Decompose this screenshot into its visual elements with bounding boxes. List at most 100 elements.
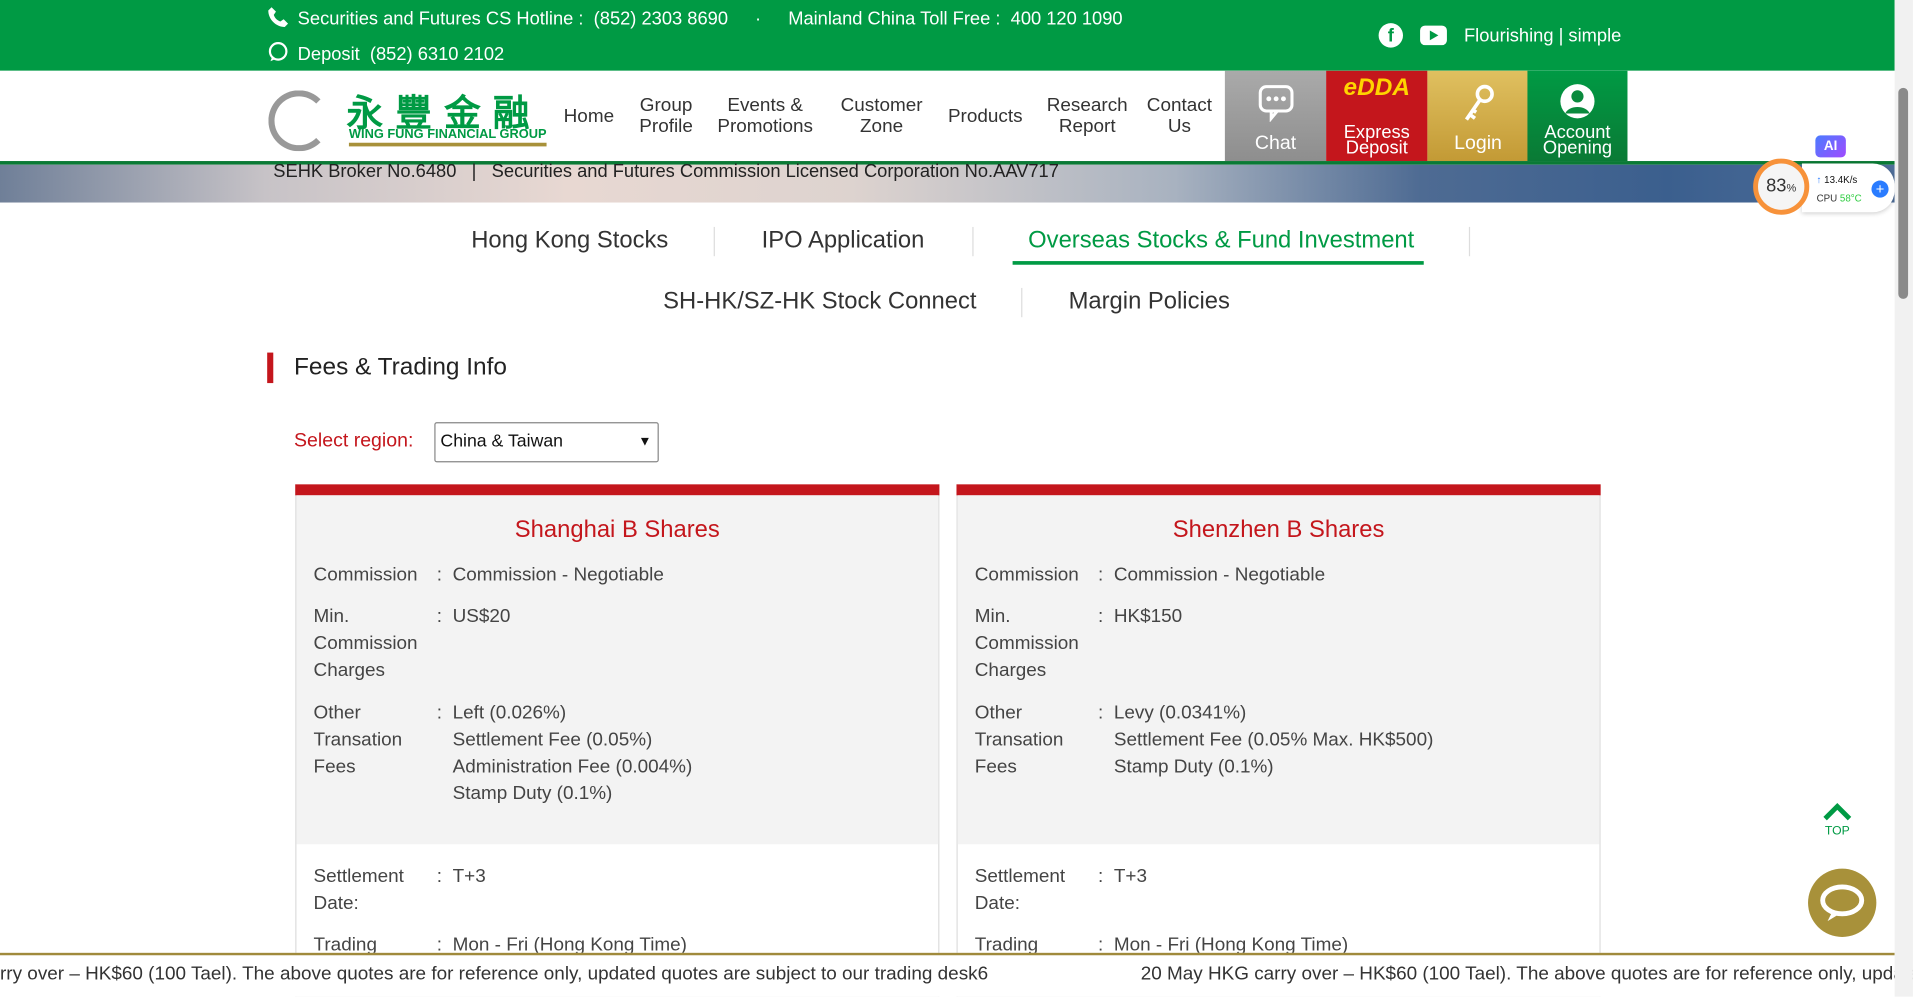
region-value: China & Taiwan — [440, 431, 564, 452]
main-nav: 永豐金融 WING FUNG FINANCIAL GROUP Home Grou… — [0, 70, 1895, 162]
fee-label: Commission — [313, 564, 418, 586]
active-tab-underline — [1012, 261, 1424, 265]
region-select[interactable]: China & Taiwan ▼ — [434, 422, 659, 463]
hotline-number[interactable]: (852) 2303 8690 — [594, 9, 728, 30]
fee-label: Settlement Date: — [974, 866, 1066, 914]
region-label: Select region: — [294, 430, 414, 452]
colon: : — [436, 564, 443, 586]
tab-ipo-application[interactable]: IPO Application — [762, 227, 925, 255]
tab-divider — [972, 226, 974, 257]
fee-label: Other Transation Fees — [313, 702, 403, 778]
fee-value: US$20 — [452, 606, 511, 628]
fee-label: Min. Commission Charges — [974, 606, 1079, 681]
fee-value: Commission - Negotiable — [1113, 564, 1326, 586]
tab-divider — [1021, 287, 1023, 318]
tollfree-label: Mainland China Toll Free : — [788, 8, 1001, 30]
card-title: Shanghai B Shares — [514, 516, 720, 543]
fee-label: Other Transation Fees — [974, 702, 1064, 778]
system-monitor-widget[interactable]: 83% ↑ 13.4K/s CPU 58°C + — [1753, 158, 1895, 220]
back-to-top-button[interactable]: TOP — [1818, 802, 1857, 839]
colon: : — [1098, 866, 1104, 887]
tab-divider — [713, 226, 715, 257]
network-speed: 13.4K/s — [1824, 174, 1858, 186]
hotline-line: Securities and Futures CS Hotline : (852… — [266, 6, 1123, 29]
card-accent — [956, 484, 1601, 496]
edda-logo: eDDA — [1343, 74, 1410, 102]
deposit-label: Deposit — [297, 43, 360, 65]
account-opening-label: Account Opening — [1542, 122, 1613, 159]
facebook-icon[interactable]: f — [1378, 23, 1403, 48]
tab-margin-policies[interactable]: Margin Policies — [1069, 288, 1230, 316]
account-opening-button[interactable]: Account Opening — [1527, 70, 1628, 162]
chevron-up-icon — [1823, 802, 1852, 821]
logo[interactable]: 永豐金融 WING FUNG FINANCIAL GROUP — [266, 85, 549, 152]
ticker-text: 20 May HKG carry over – HK$60 (100 Tael)… — [1140, 963, 1913, 985]
plus-icon[interactable]: + — [1871, 180, 1889, 198]
nav-research-report[interactable]: Research Report — [1047, 71, 1128, 161]
nav-contact-us[interactable]: Contact Us — [1147, 71, 1212, 161]
page: Securities and Futures CS Hotline : (852… — [0, 0, 1913, 997]
colon: : — [1098, 606, 1104, 628]
social-links: f Flourishing | simple — [1378, 23, 1621, 48]
fee-label: Commission — [974, 564, 1079, 586]
tab-hong-kong-stocks[interactable]: Hong Kong Stocks — [471, 227, 668, 255]
chat-bubble-icon — [1820, 884, 1865, 922]
section-title: Fees & Trading Info — [294, 353, 507, 381]
top-contact-bar: Securities and Futures CS Hotline : (852… — [0, 0, 1895, 71]
banner: SEHK Broker No.6480 | Securities and Fut… — [0, 161, 1895, 203]
nav-group-profile[interactable]: Group Profile — [639, 71, 693, 161]
nav-home[interactable]: Home — [564, 71, 614, 161]
chevron-down-icon: ▼ — [638, 434, 652, 449]
live-chat-button[interactable] — [1808, 868, 1877, 937]
card-title: Shenzhen B Shares — [1172, 516, 1385, 543]
colon: : — [436, 606, 443, 628]
scrollbar-thumb[interactable] — [1898, 87, 1909, 299]
colon: : — [1098, 564, 1104, 586]
tab-divider — [1468, 226, 1471, 257]
separator: · — [755, 8, 762, 30]
fee-card: Shenzhen B Shares Commission: Commission -… — [956, 484, 1601, 997]
user-icon — [1560, 84, 1595, 119]
tab-stock-connect[interactable]: SH-HK/SZ-HK Stock Connect — [663, 288, 976, 316]
heading-accent — [267, 352, 274, 384]
fee-value: Left (0.026%) Settlement Fee (0.05%) Adm… — [452, 702, 693, 804]
fee-label: Min. Commission Charges — [313, 606, 418, 681]
logo-english: WING FUNG FINANCIAL GROUP — [348, 127, 547, 147]
express-deposit-label: Express Deposit — [1343, 122, 1410, 159]
nav-products[interactable]: Products — [948, 71, 1023, 161]
tollfree-number[interactable]: 400 120 1090 — [1011, 9, 1123, 30]
nav-customer-zone[interactable]: Customer Zone — [841, 71, 923, 161]
tab-overseas-stocks[interactable]: Overseas Stocks & Fund Investment — [1028, 227, 1414, 255]
login-button[interactable]: Login — [1427, 70, 1529, 162]
nav-events-promotions[interactable]: Events & Promotions — [717, 71, 813, 161]
card-accent — [295, 484, 940, 496]
memory-percent: 83 — [1766, 175, 1787, 197]
deposit-line: Deposit (852) 6310 2102 — [266, 41, 504, 65]
fee-value: Levy (0.0341%) Settlement Fee (0.05% Max… — [1113, 702, 1434, 778]
chat-icon — [1258, 85, 1293, 122]
news-ticker: rry over – HK$60 (100 Tael). The above q… — [0, 952, 1913, 997]
hotline-label: Securities and Futures CS Hotline : — [297, 8, 584, 30]
express-deposit-button[interactable]: eDDA Express Deposit — [1326, 70, 1428, 162]
top-label: TOP — [1824, 824, 1850, 839]
key-icon — [1464, 84, 1494, 121]
fee-value: Commission - Negotiable — [452, 564, 664, 586]
youtube-icon[interactable] — [1420, 25, 1447, 46]
fee-label: Settlement Date: — [313, 866, 404, 914]
fee-value: HK$150 — [1113, 606, 1183, 628]
colon: : — [1098, 702, 1104, 724]
chat-button[interactable]: Chat — [1224, 70, 1327, 162]
ticker-text: rry over – HK$60 (100 Tael). The above q… — [0, 963, 989, 985]
fee-card: Shanghai B Shares Commission: Commission -… — [295, 484, 940, 997]
deposit-number[interactable]: (852) 6310 2102 — [370, 44, 504, 65]
fee-value: T+3 — [452, 866, 486, 887]
ai-button[interactable]: AI — [1815, 135, 1846, 158]
colon: : — [436, 866, 443, 887]
fee-value: T+3 — [1113, 866, 1147, 887]
chat-label: Chat — [1254, 132, 1297, 154]
colon: : — [436, 702, 443, 724]
cpu-temp: 58°C — [1839, 192, 1862, 204]
login-label: Login — [1454, 132, 1502, 154]
logo-mark — [266, 88, 339, 152]
license-info: SEHK Broker No.6480 | Securities and Fut… — [273, 161, 1059, 182]
